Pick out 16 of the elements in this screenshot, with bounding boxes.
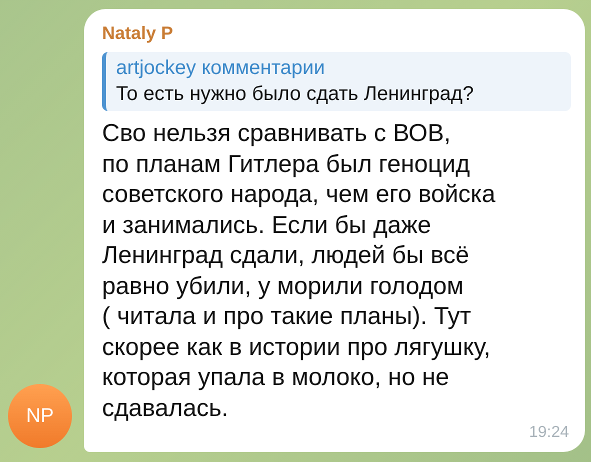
message-line: ( читала и про такие планы). Тут [102, 302, 472, 332]
message-line: Сво нельзя сравнивать с ВОВ, [102, 119, 451, 149]
message-line: скорее как в истории про лягушку, [102, 332, 490, 362]
message-line: сдавалась. [102, 394, 228, 424]
message-line: которая упала в молоко, но не [102, 363, 450, 393]
sender-name[interactable]: Nataly P [102, 23, 174, 44]
reply-text: То есть нужно было сдать Ленинград? [116, 83, 474, 106]
message-line: советского народа, чем его войска [102, 180, 496, 210]
reply-quote[interactable]: artjockey комментарии То есть нужно было сдать Ленинград? [102, 52, 571, 111]
avatar[interactable]: NP [8, 384, 72, 448]
message-time: 19:24 [528, 424, 569, 442]
message-line: Ленинград сдали, людей бы всё [102, 241, 470, 271]
message-line: равно убили, у морили голодом [102, 272, 464, 302]
reply-author: artjockey комментарии [116, 57, 325, 80]
message-line: и занимались. Если бы даже [102, 210, 432, 240]
message-line: по планам Гитлера был геноцид [102, 150, 470, 180]
